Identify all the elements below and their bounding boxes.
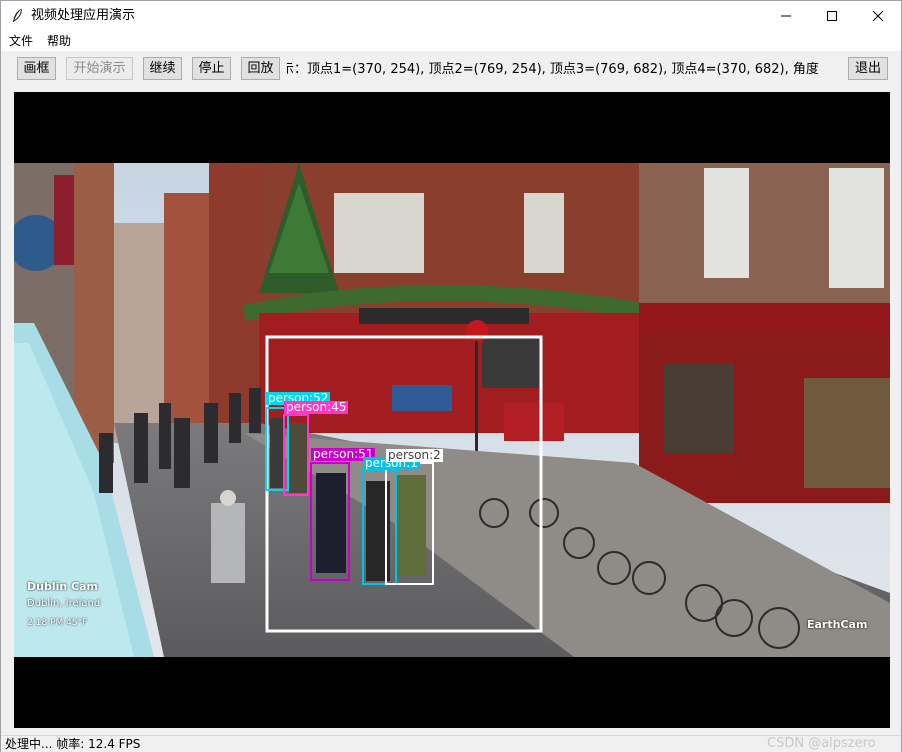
watermark-text: CSDN @alpszero [767,736,876,751]
status-text: 处理中... 帧率: 12.4 FPS [5,737,141,751]
status-bar: 处理中... 帧率: 12.4 FPS CSDN @alpszero [1,735,901,752]
camera-name-overlay: Dublin Cam [27,580,98,593]
menu-help[interactable]: 帮助 [47,33,71,49]
menu-bar: 文件 帮助 [1,31,901,51]
earthcam-logo: EarthCam [807,618,868,631]
video-display: person:52 person:45 person:51 person:1 p… [14,92,890,728]
detection-label-person-45: person:45 [284,400,349,414]
camera-location-overlay: Dublin, Ireland [27,598,101,609]
maximize-icon [827,11,837,21]
detection-label-person-2: person:2 [386,448,443,462]
minimize-button[interactable] [763,1,809,31]
minimize-icon [781,15,791,17]
start-demo-button[interactable]: 开始演示 [66,57,133,80]
street-scene-image [14,163,890,657]
draw-frame-button[interactable]: 画框 [17,57,56,80]
stop-button[interactable]: 停止 [192,57,231,80]
app-window: 视频处理应用演示 文件 帮助 画框 开始演示 继续 停止 回放 示：顶点1=(3… [0,0,902,752]
maximize-button[interactable] [809,1,855,31]
close-icon [872,10,884,22]
camera-time-overlay: 2:18 PM 45°F [27,618,88,628]
continue-button[interactable]: 继续 [143,57,182,80]
window-title: 视频处理应用演示 [31,8,136,23]
vertex-info-display: 示：顶点1=(370, 254), 顶点2=(769, 254), 顶点3=(7… [287,61,841,79]
vertex-info-text: 示：顶点1=(370, 254), 顶点2=(769, 254), 顶点3=(7… [287,62,819,77]
close-button[interactable] [855,1,901,31]
exit-button[interactable]: 退出 [848,57,888,80]
feather-icon [13,8,22,22]
toolbar: 画框 开始演示 继续 停止 回放 示：顶点1=(370, 254), 顶点2=(… [1,51,901,89]
menu-file[interactable]: 文件 [9,33,33,49]
replay-button[interactable]: 回放 [241,57,280,80]
video-frame: person:52 person:45 person:51 person:1 p… [14,163,890,657]
title-bar[interactable]: 视频处理应用演示 [1,1,901,31]
